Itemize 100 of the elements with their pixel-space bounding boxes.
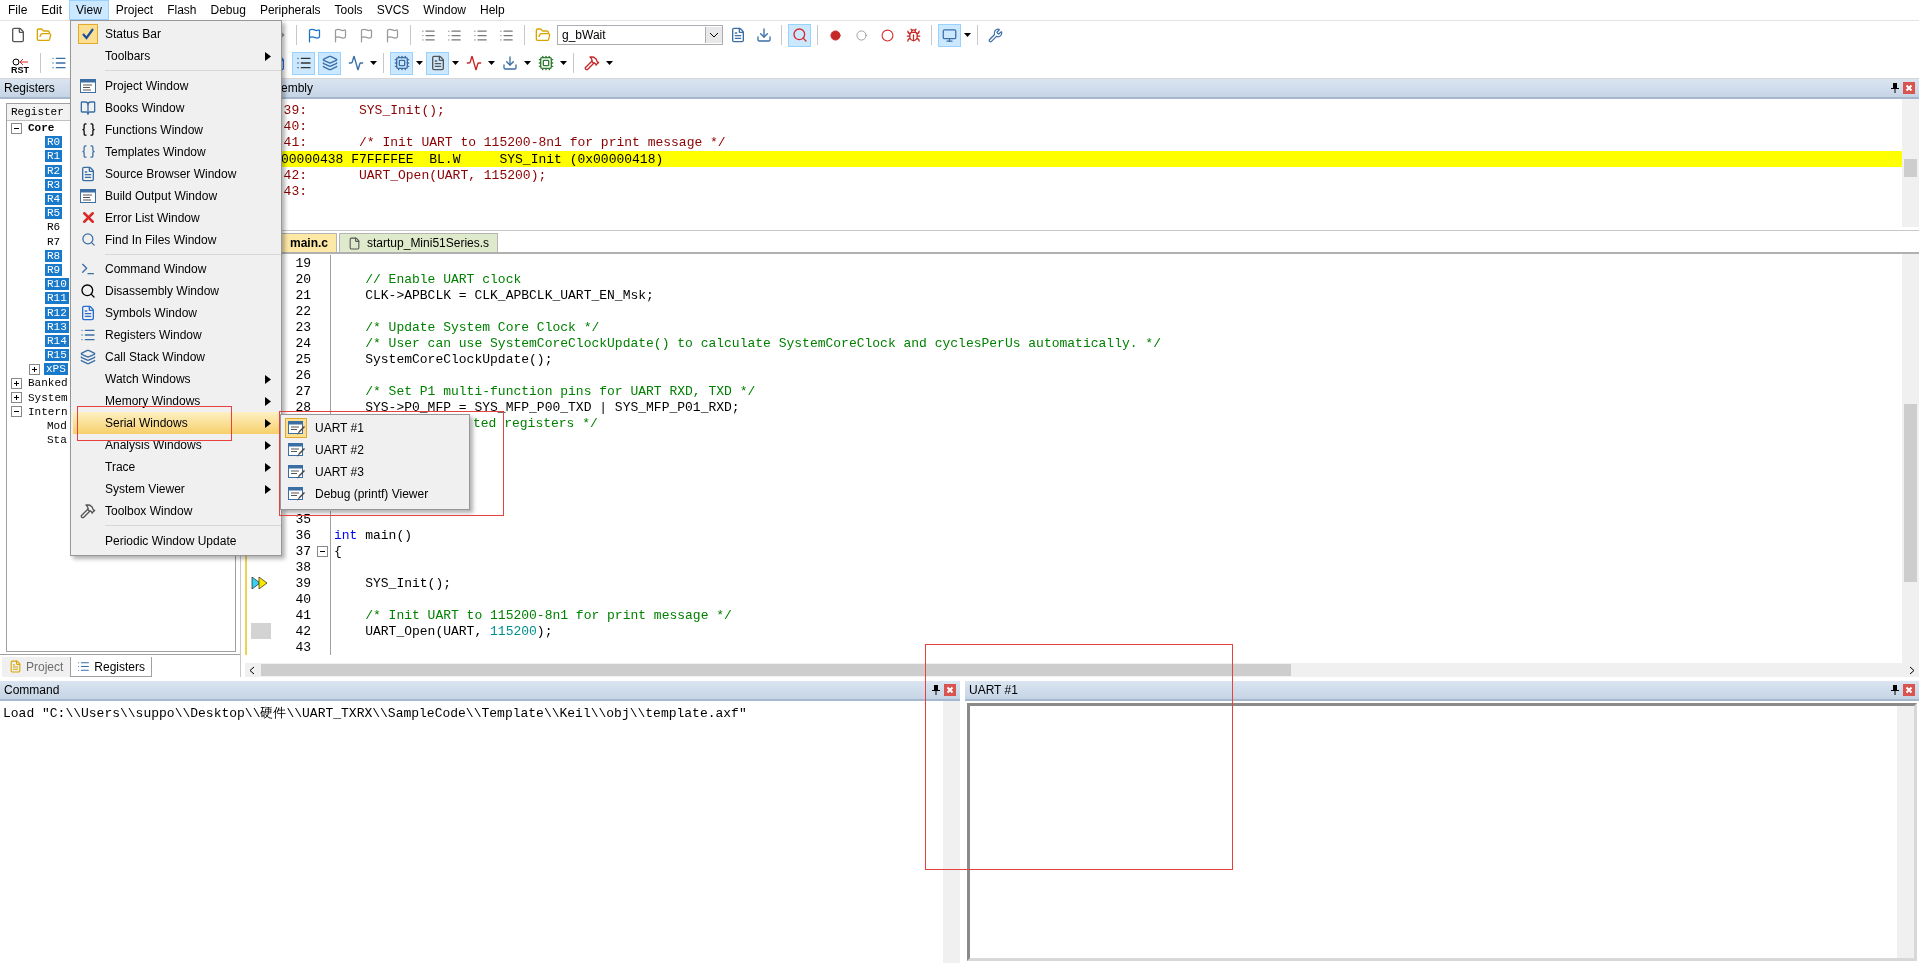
caret-icon[interactable] [488,61,495,65]
new-file-icon[interactable] [9,27,26,43]
graph-icon[interactable] [347,55,364,71]
expand-icon[interactable] [11,392,22,404]
tree-item[interactable]: xPS [44,363,68,376]
collapse-icon[interactable] [11,122,22,134]
menu-item[interactable]: Analysis Windows [73,434,279,456]
tree-item[interactable]: Intern [26,405,70,418]
menu-item[interactable]: Templates Window [73,140,279,163]
file-tab[interactable]: main.c [281,233,337,252]
menu-item[interactable]: Memory Windows [73,390,279,412]
menu-title[interactable]: Window [416,0,473,20]
menu-item[interactable]: Toolbox Window [73,500,279,522]
caret-icon[interactable] [452,61,459,65]
tree-item[interactable]: Banked [26,377,70,390]
menu-item[interactable]: Disassembly Window [73,280,279,302]
flag-icon[interactable] [359,27,374,43]
tree-item[interactable]: R3 [45,178,63,191]
tree-item[interactable]: R1 [45,150,63,163]
caret-icon[interactable] [370,61,377,65]
menu-title[interactable]: Help [473,0,512,20]
menu-item[interactable]: Error List Window [73,206,279,229]
download-icon[interactable] [501,55,518,71]
menu-item[interactable]: Source Browser Window [73,162,279,185]
search-button[interactable] [788,23,811,47]
graph-icon[interactable] [465,55,482,71]
indent-icon[interactable] [447,27,462,43]
panel-tab[interactable]: Registers [70,657,153,677]
scroll-left-icon[interactable] [249,665,255,675]
caret-icon[interactable] [964,33,971,37]
menu-title[interactable]: SVCS [369,0,417,20]
menu-title[interactable]: Peripherals [252,0,328,20]
tree-item[interactable]: Sta [45,434,69,447]
menu-item[interactable]: Books Window [73,96,279,119]
tree-item[interactable]: R9 [45,263,63,276]
menu-title[interactable]: File [1,0,35,20]
expand-icon[interactable] [29,363,40,375]
menu-item[interactable]: Build Output Window [73,184,279,207]
menu-title[interactable]: View [69,0,109,20]
download-icon[interactable] [755,27,772,43]
fold-toggle-icon[interactable] [316,545,328,557]
chip-button[interactable] [390,51,413,75]
menu-title[interactable]: Project [108,0,161,20]
caret-icon[interactable] [560,61,567,65]
close-icon[interactable] [944,684,956,696]
menu-item[interactable]: Toolbars [73,45,279,67]
menu-title[interactable]: Flash [160,0,204,20]
scrollbar[interactable] [943,701,960,963]
window-button[interactable] [938,23,961,47]
tree-item[interactable]: R10 [45,278,69,291]
chip-icon[interactable] [537,55,554,71]
menu-title[interactable]: Tools [327,0,370,20]
bug-icon[interactable] [906,27,921,43]
tree-item[interactable]: R13 [45,320,69,333]
menu-item[interactable]: Symbols Window [73,302,279,324]
menu-item[interactable]: UART #3 [281,461,469,483]
hammer-icon[interactable] [583,55,600,71]
scrollbar[interactable] [1897,706,1914,958]
tree-item[interactable]: R0 [45,136,63,149]
stack-button[interactable] [318,51,341,75]
menu-item[interactable]: Call Stack Window [73,346,279,368]
lines-icon[interactable] [473,27,488,43]
scrollbar[interactable] [1902,99,1919,227]
tree-item[interactable]: R5 [45,207,63,220]
flag-icon[interactable] [385,27,400,43]
menu-item[interactable]: Periodic Window Update [73,529,279,552]
menu-title[interactable]: Debug [203,0,253,20]
collapse-icon[interactable] [11,406,22,418]
flag-icon[interactable] [333,27,348,43]
menu-item[interactable]: Trace [73,456,279,478]
symbol-combo[interactable]: g_bWait [557,25,723,45]
file-tab[interactable]: startup_Mini51Series.s [339,233,499,252]
tree-item[interactable]: R4 [45,193,63,206]
menu-item[interactable]: Project Window [73,74,279,97]
list-icon[interactable] [50,55,67,71]
pin-icon[interactable] [1891,83,1899,93]
tree-item[interactable]: R14 [45,334,69,347]
breakpoint-icon[interactable] [830,29,841,41]
scrollbar[interactable] [1902,254,1919,663]
menu-item[interactable]: Status Bar [73,23,279,45]
tree-item[interactable]: Mod [45,420,69,433]
menu-item[interactable]: System Viewer [73,478,279,500]
tree-item[interactable]: R11 [45,292,69,305]
indent-icon[interactable] [421,27,436,43]
panel-tab[interactable]: Project [2,657,71,677]
tree-item[interactable]: R15 [45,349,69,362]
tree-item[interactable]: R8 [45,249,63,262]
tree-item[interactable]: R12 [45,306,69,319]
wrench-icon[interactable] [988,27,1003,43]
scrollbar[interactable] [245,663,1919,677]
tree-item[interactable]: R2 [45,164,63,177]
menu-title[interactable]: Edit [34,0,70,20]
lines-icon[interactable] [499,27,514,43]
expand-icon[interactable] [11,377,22,389]
menu-item[interactable]: UART #1 [281,417,469,439]
caret-icon[interactable] [416,61,423,65]
menu-item[interactable]: Debug (printf) Viewer [281,483,469,505]
caret-icon[interactable] [524,61,531,65]
tree-item[interactable]: System [26,391,70,404]
scroll-right-icon[interactable] [1909,665,1915,675]
